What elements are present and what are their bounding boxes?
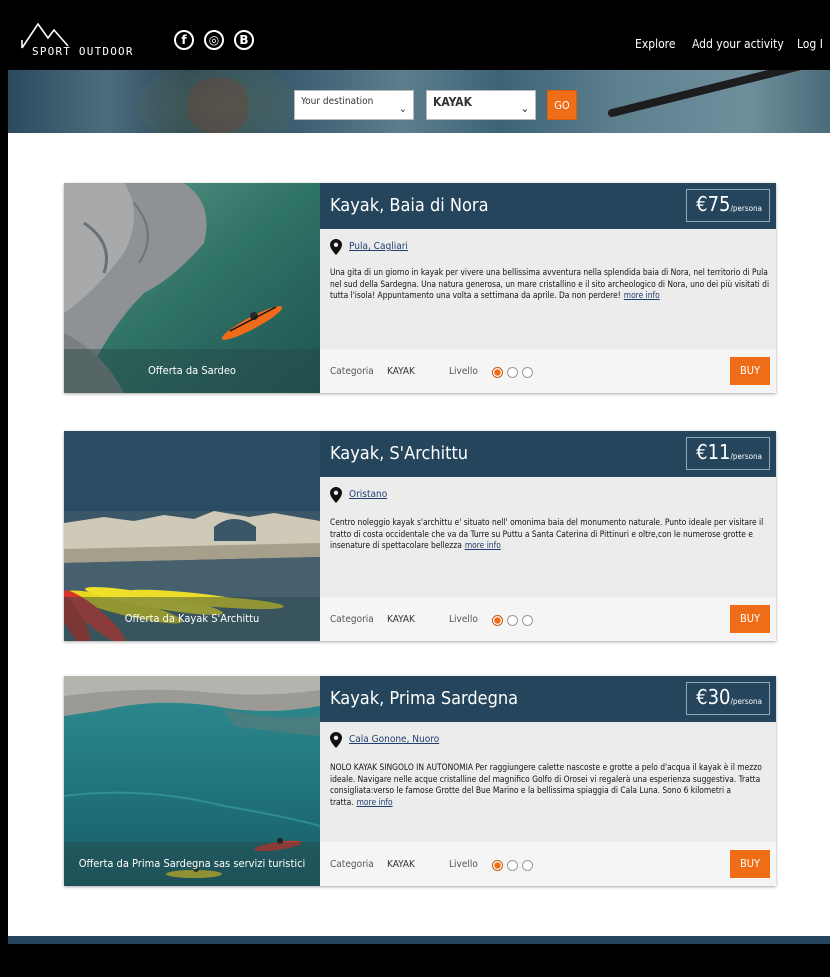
price-unit: /persona <box>730 204 762 213</box>
level-dot-3 <box>522 615 533 626</box>
card-description: NOLO KAYAK SINGOLO IN AUTONOMIA Per ragg… <box>330 762 770 808</box>
site-logo[interactable]: SPORT OUTDOOR <box>20 20 150 60</box>
instagram-icon[interactable]: ◎ <box>204 30 224 50</box>
card-footer: Categoria KAYAK Livello BUY <box>320 842 776 886</box>
card-footer: Categoria KAYAK Livello BUY <box>320 349 776 393</box>
level-dot-1 <box>492 615 503 626</box>
activity-select[interactable]: KAYAK ⌄ <box>426 90 536 120</box>
card-description: Una gita di un giorno in kayak per viver… <box>330 267 770 302</box>
page-frame: SPORT OUTDOOR f ◎ B Explore Add your act… <box>8 8 830 977</box>
location-link[interactable]: Pula, Cagliari <box>349 241 408 252</box>
card-image[interactable]: Offerta da Sardeo <box>64 183 320 393</box>
nav-explore[interactable]: Explore <box>635 37 675 51</box>
activity-card: Offerta da Kayak S'Archittu Kayak, S'Arc… <box>64 431 776 641</box>
category-label: Categoria <box>330 859 374 870</box>
level-dot-3 <box>522 860 533 871</box>
card-header: Kayak, Baia di Nora €75/persona <box>320 183 776 229</box>
nav-login[interactable]: Log I <box>797 37 823 51</box>
level-label: Livello <box>449 366 478 377</box>
level-dot-3 <box>522 367 533 378</box>
more-info-link[interactable]: more info <box>624 290 660 300</box>
logo-text: SPORT OUTDOOR <box>32 45 134 58</box>
level-dot-2 <box>507 367 518 378</box>
card-footer: Categoria KAYAK Livello BUY <box>320 597 776 641</box>
chevron-down-icon: ⌄ <box>398 102 407 115</box>
more-info-link[interactable]: more info <box>465 540 501 550</box>
level-label: Livello <box>449 859 478 870</box>
level-dot-2 <box>507 860 518 871</box>
card-title[interactable]: Kayak, Prima Sardegna <box>330 688 518 709</box>
card-description: Centro noleggio kayak s'archittu e' situ… <box>330 517 770 552</box>
price-unit: /persona <box>730 697 762 706</box>
level-dot-2 <box>507 615 518 626</box>
description-text: Una gita di un giorno in kayak per viver… <box>330 267 770 301</box>
level-dot-1 <box>492 367 503 378</box>
category-label: Categoria <box>330 366 374 377</box>
nav-add-activity[interactable]: Add your activity <box>692 37 784 51</box>
page-footer <box>8 944 830 977</box>
map-pin-icon <box>330 732 342 748</box>
activity-value: KAYAK <box>433 95 472 109</box>
price-amount: €30 <box>696 685 731 709</box>
footer-accent-line <box>8 936 830 944</box>
activity-card: Offerta da Sardeo Kayak, Baia di Nora €7… <box>64 183 776 393</box>
price-unit: /persona <box>730 452 762 461</box>
card-image[interactable]: Offerta da Kayak S'Archittu <box>64 431 320 641</box>
price-box: €11/persona <box>686 437 770 470</box>
location-link[interactable]: Cala Gonone, Nuoro <box>349 734 439 745</box>
map-pin-icon <box>330 239 342 255</box>
go-button[interactable]: GO <box>547 90 577 120</box>
more-info-link[interactable]: more info <box>357 797 393 807</box>
activity-card: Offerta da Prima Sardegna sas servizi tu… <box>64 676 776 886</box>
card-offer-label: Offerta da Sardeo <box>64 349 320 393</box>
level-dot-1 <box>492 860 503 871</box>
price-box: €30/persona <box>686 682 770 715</box>
category-value: KAYAK <box>387 614 415 625</box>
price-amount: €11 <box>696 440 731 464</box>
hero-banner <box>8 70 830 133</box>
location-link[interactable]: Oristano <box>349 489 387 500</box>
map-pin-icon <box>330 487 342 503</box>
top-navigation: SPORT OUTDOOR f ◎ B Explore Add your act… <box>8 8 830 70</box>
price-box: €75/persona <box>686 189 770 222</box>
destination-placeholder: Your destination <box>301 96 374 107</box>
category-label: Categoria <box>330 614 374 625</box>
buy-button[interactable]: BUY <box>730 605 770 633</box>
facebook-icon[interactable]: f <box>174 30 194 50</box>
chevron-down-icon: ⌄ <box>520 102 529 115</box>
card-header: Kayak, S'Archittu €11/persona <box>320 431 776 477</box>
card-offer-label: Offerta da Kayak S'Archittu <box>64 597 320 641</box>
buy-button[interactable]: BUY <box>730 850 770 878</box>
level-label: Livello <box>449 614 478 625</box>
description-text: Centro noleggio kayak s'archittu e' situ… <box>330 517 764 551</box>
destination-select[interactable]: Your destination ⌄ <box>294 90 414 120</box>
card-image[interactable]: Offerta da Prima Sardegna sas servizi tu… <box>64 676 320 886</box>
card-title[interactable]: Kayak, S'Archittu <box>330 443 468 464</box>
card-offer-label: Offerta da Prima Sardegna sas servizi tu… <box>64 842 320 886</box>
buy-button[interactable]: BUY <box>730 357 770 385</box>
category-value: KAYAK <box>387 366 415 377</box>
paddle-decoration <box>607 70 830 118</box>
description-text: NOLO KAYAK SINGOLO IN AUTONOMIA Per ragg… <box>330 762 762 807</box>
category-value: KAYAK <box>387 859 415 870</box>
card-title[interactable]: Kayak, Baia di Nora <box>330 195 489 216</box>
price-amount: €75 <box>696 192 731 216</box>
card-header: Kayak, Prima Sardegna €30/persona <box>320 676 776 722</box>
blogger-icon[interactable]: B <box>234 30 254 50</box>
